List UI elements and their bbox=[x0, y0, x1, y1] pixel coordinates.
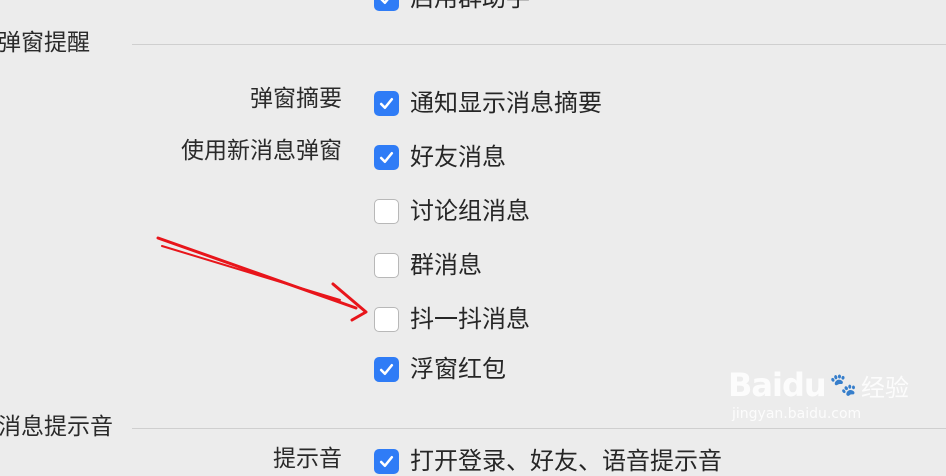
watermark: Baidu 🐾 经验 jingyan.baidu.com bbox=[728, 366, 928, 426]
watermark-url: jingyan.baidu.com bbox=[732, 406, 862, 422]
watermark-brand: Baidu bbox=[728, 366, 827, 404]
watermark-brand-cn: 经验 bbox=[861, 373, 910, 402]
paw-icon: 🐾 bbox=[829, 372, 858, 398]
